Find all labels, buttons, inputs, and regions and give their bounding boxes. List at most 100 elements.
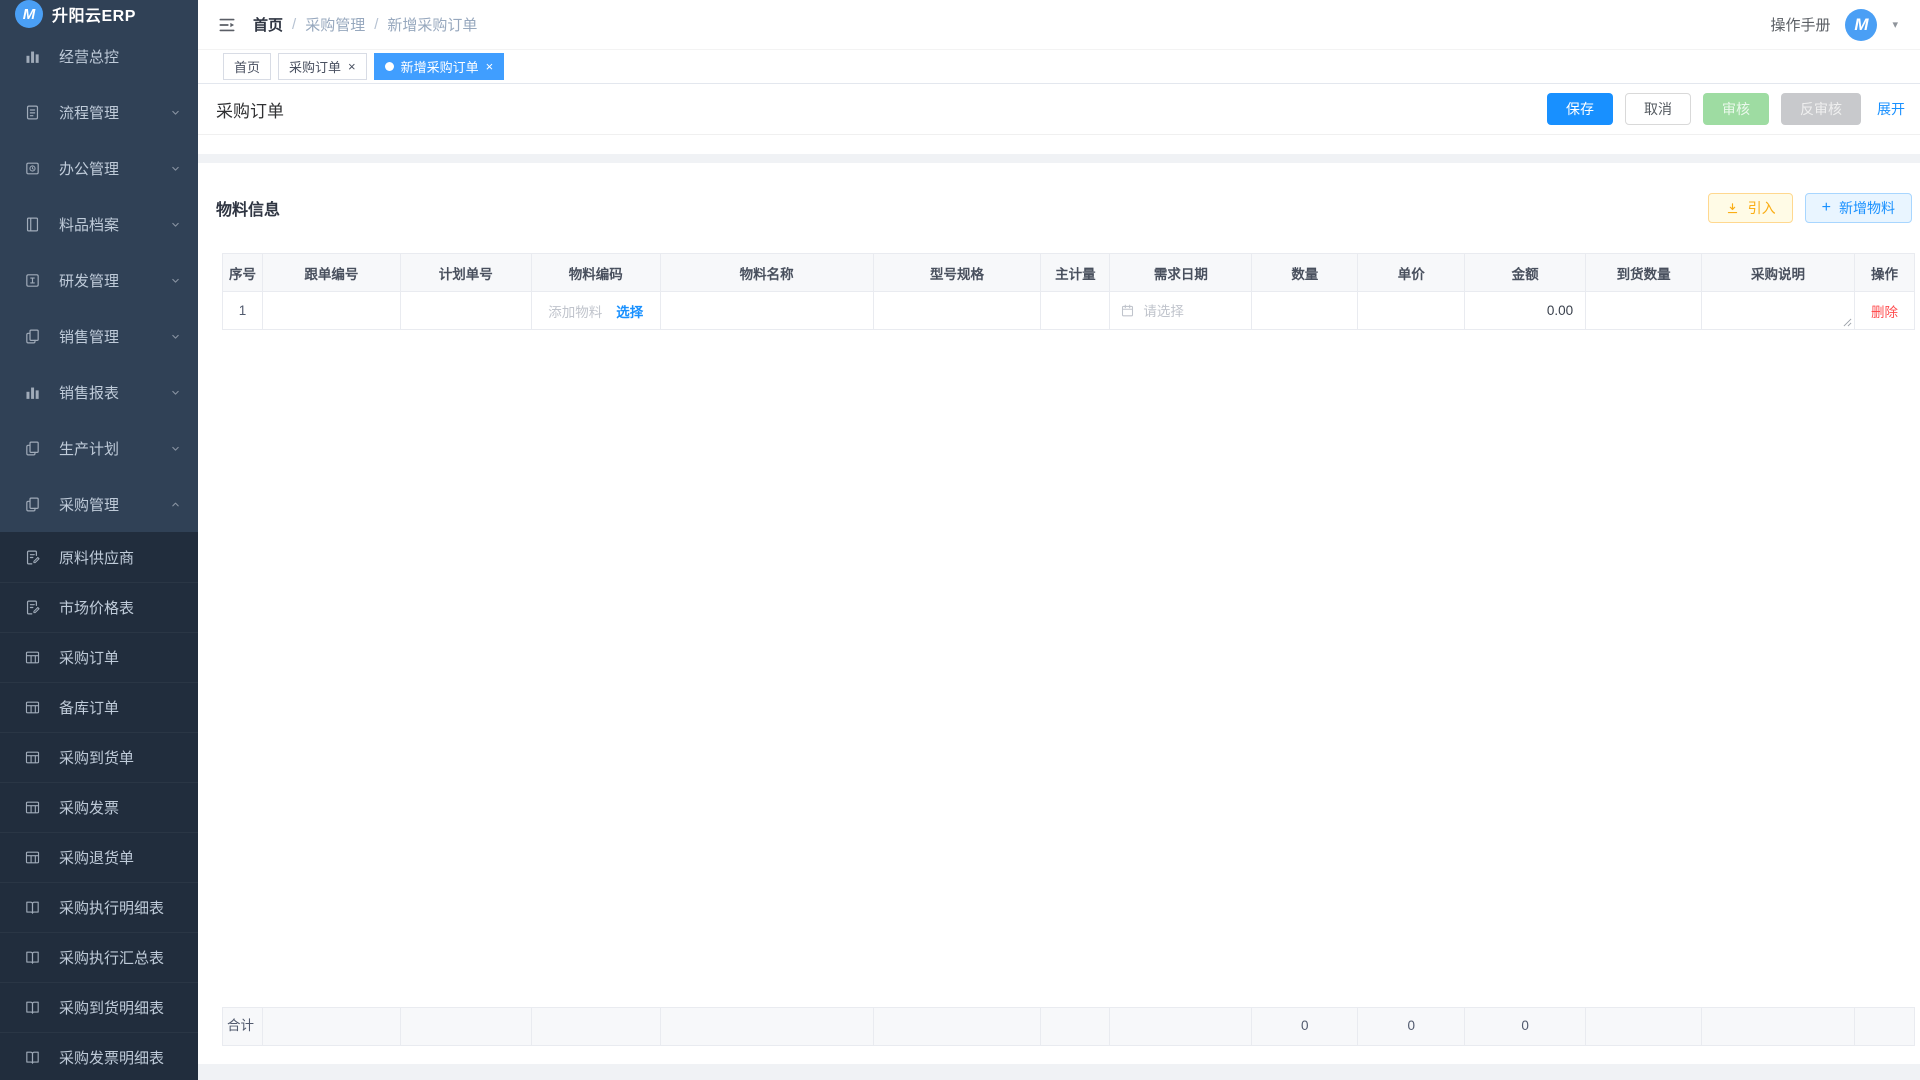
cancel-button[interactable]: 取消 bbox=[1625, 93, 1691, 125]
table-empty-area bbox=[222, 330, 1915, 1007]
sidebar-item-sales[interactable]: 销售管理 bbox=[0, 308, 198, 364]
tab-purchase-order[interactable]: 采购订单 × bbox=[278, 53, 367, 80]
sidebar-item-process[interactable]: 流程管理 bbox=[0, 84, 198, 140]
tab-home[interactable]: 首页 bbox=[223, 53, 271, 80]
sidebar-subitem-purchase-exec-summary[interactable]: 采购执行汇总表 bbox=[0, 932, 198, 982]
chevron-down-icon bbox=[169, 106, 182, 119]
sidebar-item-materials-archive[interactable]: 料品档案 bbox=[0, 196, 198, 252]
caret-down-icon[interactable]: ▾ bbox=[1892, 18, 1898, 31]
sidebar-subitem-label: 采购发票 bbox=[59, 797, 182, 818]
breadcrumb-home[interactable]: 首页 bbox=[253, 14, 283, 35]
delete-row-link[interactable]: 删除 bbox=[1871, 305, 1898, 320]
sidebar-menu: 经营总控 流程管理 办公管理 料品档案 研发管理 销售管理 bbox=[0, 28, 198, 1080]
page-title: 采购订单 bbox=[216, 97, 284, 122]
open-book-icon bbox=[24, 1049, 41, 1066]
total-empty-cell bbox=[531, 1008, 660, 1046]
avatar[interactable]: M bbox=[1845, 9, 1877, 41]
quantity-cell[interactable] bbox=[1252, 292, 1358, 330]
unit-cell[interactable] bbox=[1041, 292, 1110, 330]
sidebar-subitem-purchase-arrival-detail[interactable]: 采购到货明细表 bbox=[0, 982, 198, 1032]
tab-new-purchase-order[interactable]: 新增采购订单 × bbox=[374, 53, 505, 80]
sidebar-subitem-label: 备库订单 bbox=[59, 697, 182, 718]
sidebar-item-office[interactable]: 办公管理 bbox=[0, 140, 198, 196]
sidebar-subitem-purchase-order[interactable]: 采购订单 bbox=[0, 632, 198, 682]
sidebar-submenu-purchase: 原料供应商 市场价格表 采购订单 备库订单 采购到货单 采购发票 bbox=[0, 532, 198, 1080]
clipboard-clock-icon bbox=[24, 160, 41, 177]
resize-handle-icon[interactable] bbox=[1843, 318, 1852, 327]
bar-chart-icon bbox=[24, 48, 41, 65]
add-material-button[interactable]: + 新增物料 bbox=[1805, 193, 1912, 223]
close-icon[interactable]: × bbox=[486, 60, 494, 73]
column-header: 操作 bbox=[1855, 254, 1915, 292]
sidebar-item-dashboard[interactable]: 经营总控 bbox=[0, 28, 198, 84]
expand-link[interactable]: 展开 bbox=[1877, 99, 1905, 119]
sidebar-subitem-purchase-exec-detail[interactable]: 采购执行明细表 bbox=[0, 882, 198, 932]
unaudit-button[interactable]: 反审核 bbox=[1781, 93, 1861, 125]
sidebar-item-rd[interactable]: 研发管理 bbox=[0, 252, 198, 308]
app-logo[interactable]: M 升阳云ERP bbox=[0, 0, 198, 28]
column-header: 采购说明 bbox=[1702, 254, 1855, 292]
plan-no-cell[interactable] bbox=[400, 292, 531, 330]
manual-link[interactable]: 操作手册 bbox=[1770, 14, 1830, 35]
table-total-row: 合计 0 0 0 bbox=[223, 1008, 1915, 1046]
sidebar-item-label: 研发管理 bbox=[59, 270, 151, 291]
operation-cell: 删除 bbox=[1855, 292, 1915, 330]
column-header: 型号规格 bbox=[873, 254, 1041, 292]
import-button[interactable]: 引入 bbox=[1708, 193, 1793, 223]
column-header: 计划单号 bbox=[400, 254, 531, 292]
sidebar-subitem-market-price[interactable]: 市场价格表 bbox=[0, 582, 198, 632]
close-icon[interactable]: × bbox=[348, 60, 356, 73]
save-button[interactable]: 保存 bbox=[1547, 93, 1613, 125]
materials-table: 序号 跟单编号 计划单号 物料编码 物料名称 型号规格 主计量 需求日期 数量 … bbox=[198, 253, 1920, 1064]
sidebar-subitem-purchase-arrival[interactable]: 采购到货单 bbox=[0, 732, 198, 782]
sidebar-item-production-plan[interactable]: 生产计划 bbox=[0, 420, 198, 476]
total-empty-cell bbox=[1041, 1008, 1110, 1046]
breadcrumb-separator: / bbox=[374, 16, 378, 33]
chevron-down-icon bbox=[169, 386, 182, 399]
sidebar-subitem-stock-order[interactable]: 备库订单 bbox=[0, 682, 198, 732]
breadcrumb: 首页 / 采购管理 / 新增采购订单 bbox=[253, 14, 477, 35]
add-material-label: 新增物料 bbox=[1839, 198, 1895, 218]
sidebar-item-label: 料品档案 bbox=[59, 214, 151, 235]
chevron-down-icon bbox=[169, 330, 182, 343]
sidebar-subitem-raw-supplier[interactable]: 原料供应商 bbox=[0, 532, 198, 582]
sidebar-subitem-label: 采购执行汇总表 bbox=[59, 947, 182, 968]
copy-icon bbox=[24, 328, 41, 345]
total-empty-cell bbox=[1855, 1008, 1915, 1046]
model-spec-cell[interactable] bbox=[873, 292, 1041, 330]
total-empty-cell bbox=[1586, 1008, 1702, 1046]
select-material-link[interactable]: 选择 bbox=[616, 305, 643, 320]
menu-fold-icon[interactable] bbox=[217, 15, 237, 35]
table-grid-icon bbox=[24, 699, 41, 716]
unit-price-cell[interactable] bbox=[1358, 292, 1465, 330]
chevron-down-icon bbox=[169, 162, 182, 175]
doc-edit-icon bbox=[24, 599, 41, 616]
materials-table-main: 序号 跟单编号 计划单号 物料编码 物料名称 型号规格 主计量 需求日期 数量 … bbox=[222, 253, 1915, 330]
tab-label: 首页 bbox=[234, 57, 260, 76]
tracking-no-cell[interactable] bbox=[262, 292, 400, 330]
sidebar-item-label: 生产计划 bbox=[59, 438, 151, 459]
sidebar-subitem-label: 采购到货明细表 bbox=[59, 997, 182, 1018]
material-name-cell[interactable] bbox=[660, 292, 873, 330]
table-grid-icon bbox=[24, 849, 41, 866]
copy-icon bbox=[24, 496, 41, 513]
table-header-row: 序号 跟单编号 计划单号 物料编码 物料名称 型号规格 主计量 需求日期 数量 … bbox=[223, 254, 1915, 292]
sidebar-subitem-purchase-invoice-detail[interactable]: 采购发票明细表 bbox=[0, 1032, 198, 1080]
materials-card: 物料信息 引入 + 新增物料 bbox=[198, 163, 1920, 1064]
total-empty-cell bbox=[1702, 1008, 1855, 1046]
download-icon bbox=[1725, 201, 1740, 216]
bar-chart-icon bbox=[24, 384, 41, 401]
sidebar-item-sales-report[interactable]: 销售报表 bbox=[0, 364, 198, 420]
demand-date-cell[interactable]: 请选择 bbox=[1110, 292, 1252, 330]
total-empty-cell bbox=[873, 1008, 1041, 1046]
column-header: 到货数量 bbox=[1586, 254, 1702, 292]
sidebar-item-purchase[interactable]: 采购管理 bbox=[0, 476, 198, 532]
chevron-down-icon bbox=[169, 218, 182, 231]
purchase-note-cell[interactable] bbox=[1702, 292, 1855, 330]
sidebar-subitem-purchase-return[interactable]: 采购退货单 bbox=[0, 832, 198, 882]
sidebar-subitem-purchase-invoice[interactable]: 采购发票 bbox=[0, 782, 198, 832]
audit-button[interactable]: 审核 bbox=[1703, 93, 1769, 125]
arrival-qty-cell[interactable] bbox=[1586, 292, 1702, 330]
document-icon bbox=[24, 104, 41, 121]
material-code-cell[interactable]: 添加物料选择 bbox=[531, 292, 660, 330]
